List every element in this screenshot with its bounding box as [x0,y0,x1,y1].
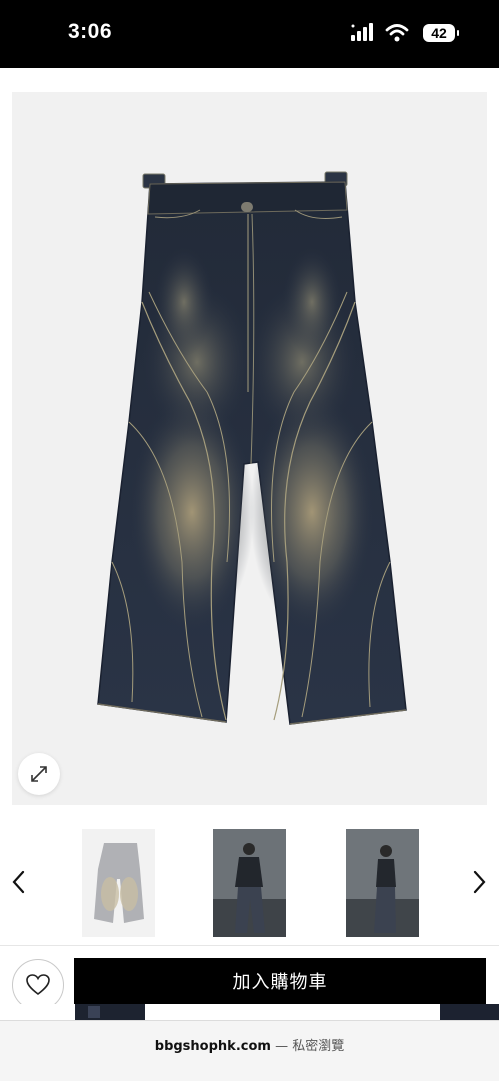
thumbnail-carousel [0,820,499,945]
heart-icon [26,974,50,996]
status-bar: 3:06 42 [0,0,499,68]
add-to-cart-button[interactable]: 加入購物車 [74,958,486,1008]
recommendations-peek [0,1004,499,1020]
status-icons: 42 [351,22,459,46]
private-browsing-label: 私密瀏覽 [292,1039,345,1054]
recommendation-thumbnails [75,1004,499,1020]
jeans-illustration [97,171,407,725]
url-text: bbgshophk.com — 私密瀏覽 [0,1035,499,1054]
browser-url-bar[interactable]: bbgshophk.com — 私密瀏覽 [0,1020,499,1081]
signal-icon [351,23,373,41]
model-side-image [346,829,419,937]
jeans-front-thumbnail[interactable] [82,829,155,937]
expand-icon [31,766,47,782]
status-time: 3:06 [68,20,113,43]
url-domain: bbgshophk.com [154,1039,271,1054]
model-front-thumbnail[interactable] [213,829,286,937]
product-main-image[interactable] [12,92,487,805]
zoom-button[interactable] [18,753,60,795]
wifi-icon [385,24,409,42]
battery-icon: 42 [423,24,459,42]
model-side-thumbnail[interactable] [346,829,419,937]
chevron-right-icon[interactable] [468,868,490,896]
page-top-edge [0,68,499,90]
url-separator: — [275,1039,289,1054]
jeans-thumbnail-image [94,843,144,923]
model-front-image [213,829,286,937]
chevron-left-icon[interactable] [8,868,30,896]
